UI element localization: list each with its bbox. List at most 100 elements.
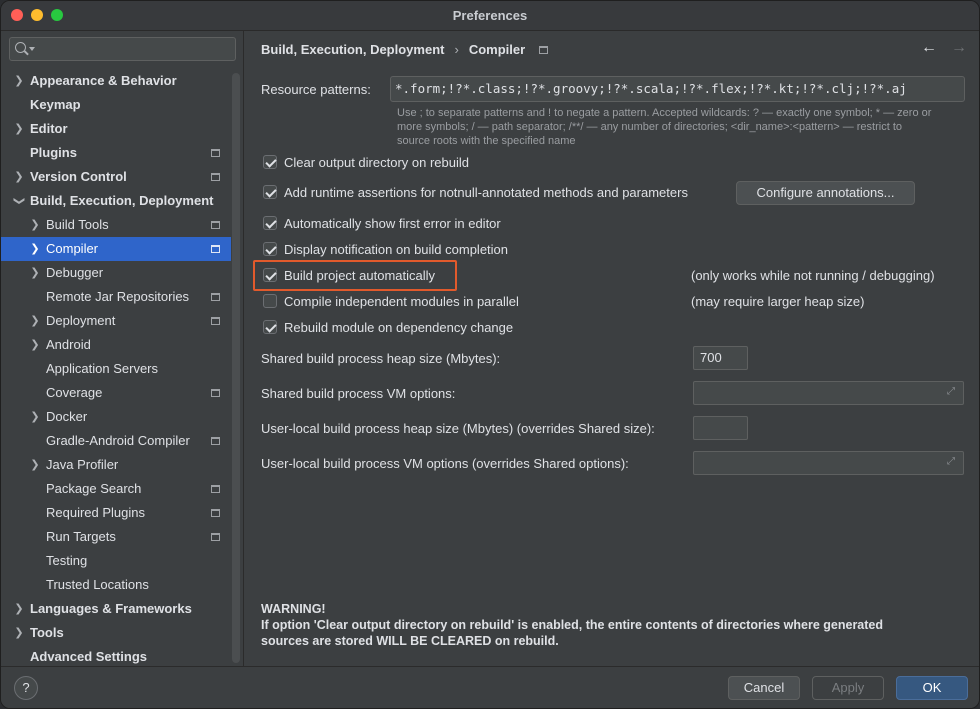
chevron-right-icon[interactable]: ❯ xyxy=(30,453,40,477)
sidebar-item-label: Coverage xyxy=(46,385,103,400)
breadcrumb: Build, Execution, Deployment › Compiler xyxy=(261,42,549,57)
sidebar-item-label: Build Tools xyxy=(46,217,109,232)
sidebar-item-label: Android xyxy=(46,337,91,352)
shared-heap-input[interactable]: 700 xyxy=(693,346,748,370)
sidebar-item-gradle-android-compiler[interactable]: Gradle-Android Compiler xyxy=(1,429,231,453)
sidebar-item-build-execution-deployment[interactable]: ❯ Build, Execution, Deployment xyxy=(1,189,231,213)
breadcrumb-parent[interactable]: Build, Execution, Deployment xyxy=(261,42,444,57)
compile-parallel-note: (may require larger heap size) xyxy=(691,294,865,309)
rebuild-on-dependency-checkbox[interactable] xyxy=(263,320,277,334)
sidebar-item-label: Java Profiler xyxy=(46,457,119,472)
dialog-footer: ? Cancel Apply OK xyxy=(1,666,979,708)
clear-output-option[interactable]: Clear output directory on rebuild xyxy=(263,152,469,172)
chevron-right-icon[interactable]: ❯ xyxy=(30,213,40,237)
configure-annotations-button[interactable]: Configure annotations... xyxy=(736,181,915,205)
sidebar-item-remote-jar-repositories[interactable]: Remote Jar Repositories xyxy=(1,285,231,309)
expand-icon[interactable]: ⤢ xyxy=(947,387,957,397)
back-arrow-icon[interactable]: ← xyxy=(921,39,937,57)
chevron-right-icon[interactable]: ❯ xyxy=(14,117,24,141)
show-first-error-checkbox[interactable] xyxy=(263,216,277,230)
forward-arrow-icon[interactable]: → xyxy=(951,39,967,57)
sidebar-item-testing[interactable]: Testing xyxy=(1,549,231,573)
hint-line: Use ; to separate patterns and ! to nega… xyxy=(397,107,932,119)
chevron-right-icon[interactable]: ❯ xyxy=(14,165,24,189)
search-icon xyxy=(15,42,26,53)
project-scope-icon xyxy=(211,293,220,301)
clear-output-checkbox[interactable] xyxy=(263,155,277,169)
sidebar-item-run-targets[interactable]: Run Targets xyxy=(1,525,231,549)
resource-patterns-input[interactable]: *.form;!?*.class;!?*.groovy;!?*.scala;!?… xyxy=(390,76,965,102)
chevron-right-icon[interactable]: ❯ xyxy=(30,237,40,261)
settings-search-input[interactable] xyxy=(9,37,236,61)
chevron-down-icon[interactable]: ❯ xyxy=(7,196,31,206)
sidebar-item-application-servers[interactable]: Application Servers xyxy=(1,357,231,381)
resource-patterns-label: Resource patterns: xyxy=(261,82,371,97)
shared-vm-input[interactable]: ⤢ xyxy=(693,381,964,405)
chevron-right-icon[interactable]: ❯ xyxy=(30,309,40,333)
user-vm-input[interactable]: ⤢ xyxy=(693,451,964,475)
compiler-settings-panel: Build, Execution, Deployment › Compiler … xyxy=(245,31,979,666)
sidebar-item-label: Required Plugins xyxy=(46,505,146,520)
user-heap-input[interactable] xyxy=(693,416,748,440)
search-options-chevron-icon[interactable] xyxy=(29,47,35,51)
sidebar-scrollbar[interactable] xyxy=(232,73,240,663)
cancel-button[interactable]: Cancel xyxy=(728,676,800,700)
minimize-window-button[interactable] xyxy=(31,9,43,21)
chevron-right-icon[interactable]: ❯ xyxy=(14,621,24,645)
title-bar: Preferences xyxy=(1,1,979,31)
build-automatically-note: (only works while not running / debuggin… xyxy=(691,268,935,283)
build-automatically-checkbox[interactable] xyxy=(263,268,277,282)
sidebar-item-java-profiler[interactable]: ❯ Java Profiler xyxy=(1,453,231,477)
sidebar-item-keymap[interactable]: Keymap xyxy=(1,93,231,117)
sidebar-item-version-control[interactable]: ❯ Version Control xyxy=(1,165,231,189)
sidebar-item-plugins[interactable]: Plugins xyxy=(1,141,231,165)
sidebar-item-tools[interactable]: ❯ Tools xyxy=(1,621,231,645)
sidebar-item-label: Docker xyxy=(46,409,88,424)
compile-parallel-option[interactable]: Compile independent modules in parallel xyxy=(263,291,519,311)
chevron-right-icon[interactable]: ❯ xyxy=(30,333,40,357)
zoom-window-button[interactable] xyxy=(51,9,63,21)
sidebar-item-required-plugins[interactable]: Required Plugins xyxy=(1,501,231,525)
sidebar-item-docker[interactable]: ❯ Docker xyxy=(1,405,231,429)
apply-button[interactable]: Apply xyxy=(812,676,884,700)
sidebar-item-label: Gradle-Android Compiler xyxy=(46,433,190,448)
project-scope-icon xyxy=(211,509,220,517)
sidebar-item-build-tools[interactable]: ❯ Build Tools xyxy=(1,213,231,237)
compile-parallel-checkbox[interactable] xyxy=(263,294,277,308)
expand-icon[interactable]: ⤢ xyxy=(947,457,957,467)
show-first-error-option[interactable]: Automatically show first error in editor xyxy=(263,213,501,233)
chevron-right-icon[interactable]: ❯ xyxy=(14,597,24,621)
sidebar-item-deployment[interactable]: ❯ Deployment xyxy=(1,309,231,333)
sidebar-item-coverage[interactable]: Coverage xyxy=(1,381,231,405)
rebuild-on-dependency-option[interactable]: Rebuild module on dependency change xyxy=(263,317,513,337)
close-window-button[interactable] xyxy=(11,9,23,21)
sidebar-item-appearance-behavior[interactable]: ❯ Appearance & Behavior xyxy=(1,69,231,93)
resource-patterns-hint: Use ; to separate patterns and ! to nega… xyxy=(397,106,972,148)
display-notification-option[interactable]: Display notification on build completion xyxy=(263,239,508,259)
runtime-assertions-option[interactable]: Add runtime assertions for notnull-annot… xyxy=(263,182,688,202)
chevron-right-icon[interactable]: ❯ xyxy=(30,261,40,285)
sidebar-item-android[interactable]: ❯ Android xyxy=(1,333,231,357)
chevron-right-icon[interactable]: ❯ xyxy=(30,405,40,429)
shared-heap-label: Shared build process heap size (Mbytes): xyxy=(261,351,501,366)
rebuild-on-dependency-label: Rebuild module on dependency change xyxy=(284,319,514,335)
sidebar-item-trusted-locations[interactable]: Trusted Locations xyxy=(1,573,231,597)
sidebar-item-languages-frameworks[interactable]: ❯ Languages & Frameworks xyxy=(1,597,231,621)
runtime-assertions-checkbox[interactable] xyxy=(263,185,277,199)
sidebar-item-label: Deployment xyxy=(46,313,116,328)
sidebar-item-label: Build, Execution, Deployment xyxy=(30,193,214,208)
resource-patterns-value: *.form;!?*.class;!?*.groovy;!?*.scala;!?… xyxy=(395,81,907,96)
sidebar-item-package-search[interactable]: Package Search xyxy=(1,477,231,501)
sidebar-item-label: Languages & Frameworks xyxy=(30,601,192,616)
display-notification-checkbox[interactable] xyxy=(263,242,277,256)
sidebar-item-label: Package Search xyxy=(46,481,142,496)
sidebar-item-editor[interactable]: ❯ Editor xyxy=(1,117,231,141)
ok-button[interactable]: OK xyxy=(896,676,968,700)
help-button[interactable]: ? xyxy=(14,676,38,700)
build-automatically-option[interactable]: Build project automatically xyxy=(263,265,435,285)
build-automatically-label: Build project automatically xyxy=(284,267,436,283)
sidebar-item-debugger[interactable]: ❯ Debugger xyxy=(1,261,231,285)
sidebar-item-compiler[interactable]: ❯ Compiler xyxy=(1,237,231,261)
sidebar-item-advanced-settings[interactable]: Advanced Settings xyxy=(1,645,231,666)
chevron-right-icon[interactable]: ❯ xyxy=(14,69,24,93)
